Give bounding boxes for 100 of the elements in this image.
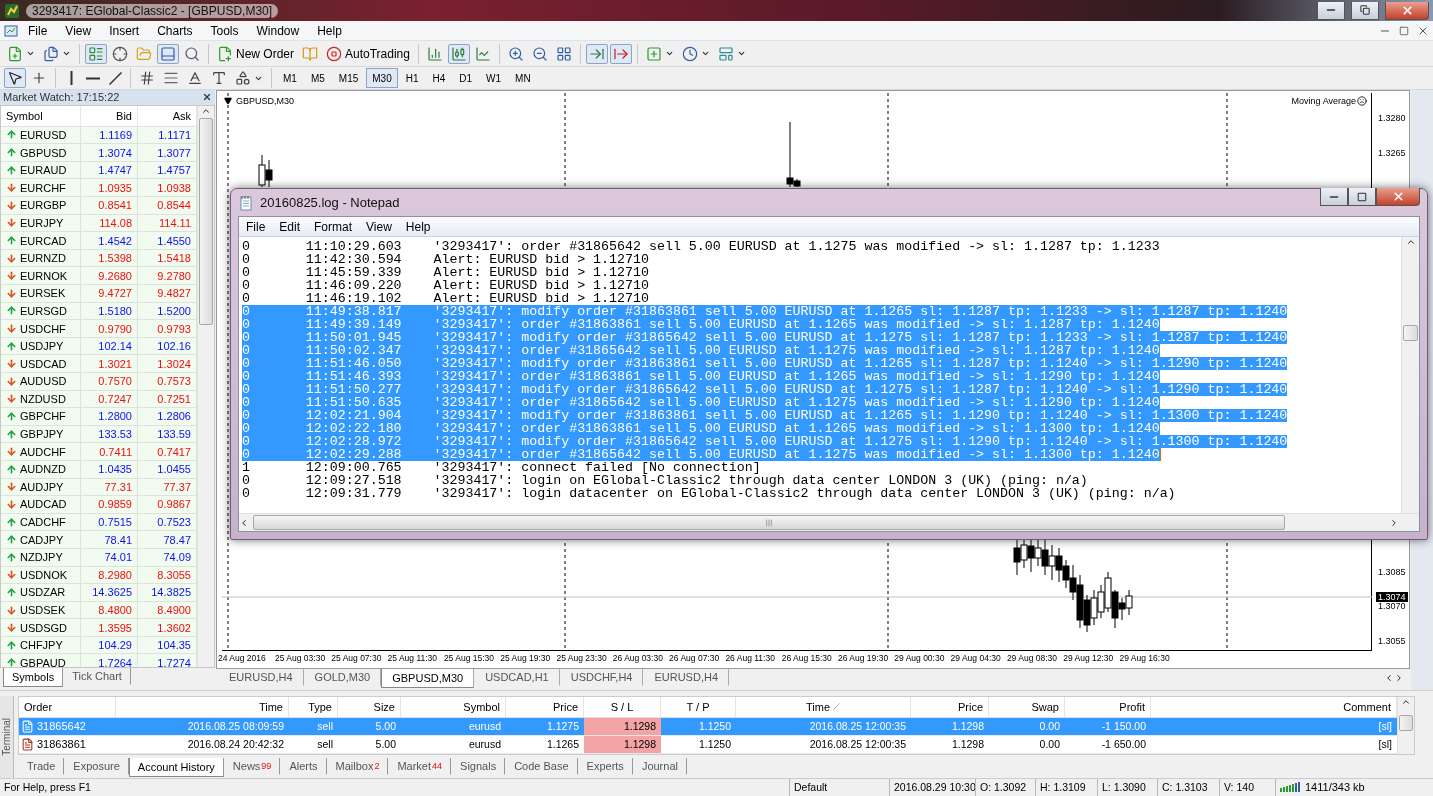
toolbar-button[interactable] — [4, 68, 26, 89]
scrollbar-thumb[interactable] — [1402, 325, 1419, 341]
table-row[interactable]: USDZAR 14.3625 14.3825 — [1, 584, 197, 602]
menu-item[interactable]: Window — [248, 21, 308, 40]
scroll-up-icon[interactable] — [1405, 237, 1416, 247]
menu-item[interactable]: Format — [307, 219, 360, 234]
table-row[interactable]: USDCAD 1.3021 1.3024 — [1, 355, 197, 373]
chart-tab[interactable]: USDCHF,H4 — [559, 668, 644, 686]
column-header[interactable]: Bid — [81, 105, 138, 126]
column-header[interactable]: Comment — [1343, 700, 1391, 713]
tab[interactable]: Tick Chart — [63, 667, 131, 685]
scrollbar-thumb[interactable] — [253, 515, 1285, 530]
table-row[interactable]: GBPUSD 1.3074 1.3077 — [1, 144, 197, 162]
table-cell-text: 1.1250 — [697, 737, 732, 753]
close-button[interactable] — [1385, 1, 1429, 20]
timeframe-button[interactable]: MN — [509, 68, 537, 89]
table-row[interactable]: USDSGD 1.3595 1.3602 — [1, 619, 197, 637]
column-header[interactable]: Time — [805, 700, 830, 713]
menu-item[interactable]: View — [359, 219, 399, 234]
table-row[interactable]: EURCHF 1.0935 1.0938 — [1, 179, 197, 198]
timeframe-button[interactable]: M1 — [277, 68, 303, 89]
tab[interactable]: Experts — [577, 758, 633, 776]
status-text: O: 1.3092 — [975, 778, 1035, 796]
template-icon — [717, 45, 734, 62]
table-row[interactable]: AUDCHF 0.7411 0.7417 — [1, 443, 197, 461]
timeframe-button[interactable]: M30 — [366, 68, 398, 89]
close-button[interactable] — [1376, 188, 1420, 206]
scrollbar[interactable] — [239, 513, 1419, 531]
triangle-icon[interactable] — [224, 96, 232, 105]
table-row[interactable]: EURGBP 0.8541 0.8544 — [1, 197, 197, 215]
menu-item[interactable]: Insert — [101, 21, 148, 40]
list-window-icon — [88, 45, 104, 62]
tab[interactable]: Signals — [451, 758, 506, 776]
symbol-name: EURAUD — [20, 164, 67, 177]
column-header[interactable]: S / L — [610, 700, 634, 713]
timeframe-button[interactable]: H1 — [399, 68, 425, 89]
timeframe-button[interactable]: M15 — [332, 68, 365, 89]
scroll-right-icon[interactable] — [1389, 517, 1399, 528]
symbol-name: CADJPY — [20, 533, 64, 546]
minimize-button[interactable] — [1317, 1, 1345, 20]
tab[interactable]: Exposure — [64, 758, 129, 776]
tab[interactable]: Trade — [18, 758, 65, 776]
table-row[interactable]: GBPAUD 1.7264 1.7274 — [1, 654, 197, 667]
tab[interactable]: Symbols — [3, 667, 64, 687]
scrollbar[interactable] — [1397, 696, 1414, 755]
timeframe-button[interactable]: M5 — [304, 68, 331, 89]
restore-icon[interactable] — [1399, 25, 1409, 36]
chart-tab[interactable]: EURUSD,H4 — [643, 668, 730, 686]
restore-button[interactable] — [1351, 1, 1379, 20]
menu-item[interactable]: Edit — [272, 219, 308, 234]
table-row[interactable]: USDCHF 0.9790 0.9793 — [1, 320, 197, 338]
menu-item[interactable]: File — [20, 21, 56, 40]
close-icon[interactable] — [202, 92, 212, 103]
column-header[interactable]: Time — [258, 700, 283, 713]
table-row[interactable]: GBPCHF 1.2800 1.2806 — [1, 408, 197, 426]
table-cell: 1.3021 — [81, 355, 138, 372]
menu-item[interactable]: Tools — [202, 21, 247, 40]
column-header[interactable]: Profit — [1119, 700, 1145, 713]
table-row[interactable]: CADJPY 78.41 78.47 — [1, 531, 197, 549]
tab[interactable]: Journal — [632, 758, 687, 776]
scrollbar[interactable] — [197, 105, 214, 667]
table-row[interactable]: AUDCAD 0.9859 0.9867 — [1, 496, 197, 514]
scroll-left-icon[interactable] — [239, 517, 249, 528]
column-header[interactable]: Symbol — [463, 700, 500, 713]
column-header[interactable]: Price — [957, 700, 983, 713]
column-header[interactable]: Price — [552, 700, 578, 713]
chart-tab[interactable]: USDCAD,H1 — [474, 668, 560, 686]
menu-item[interactable]: File — [239, 219, 273, 234]
table-row[interactable]: EURNOK 9.2680 9.2780 — [1, 267, 197, 285]
chart-tab[interactable]: EURUSD,H4 — [218, 668, 304, 686]
tab[interactable]: Code Base — [505, 758, 578, 776]
maximize-button[interactable] — [1348, 188, 1376, 206]
new-order-button[interactable]: New Order — [214, 43, 297, 64]
table-row[interactable]: EURCAD 1.4542 1.4550 — [1, 232, 197, 250]
menu-item[interactable]: Help — [398, 219, 438, 234]
scrollbar-thumb[interactable] — [198, 117, 214, 325]
timeframe-button[interactable]: H4 — [426, 68, 452, 89]
column-header[interactable]: Size — [373, 700, 395, 713]
price-label: 1.3070 — [1377, 600, 1407, 611]
table-cell-text: 1.1298 — [950, 737, 985, 753]
column-header[interactable]: Symbol — [1, 105, 81, 126]
sad-face-icon — [1357, 95, 1367, 106]
column-header[interactable]: Type — [308, 700, 332, 713]
menu-item[interactable]: Charts — [149, 21, 201, 40]
table-row[interactable]: EURSEK 9.4727 9.4827 — [1, 285, 197, 303]
column-header[interactable]: T / P — [686, 700, 710, 713]
column-header[interactable]: Order — [24, 700, 53, 713]
menu-item[interactable]: Help — [309, 21, 350, 40]
timeframe-button[interactable]: W1 — [480, 68, 508, 89]
scrollbar-thumb[interactable] — [1398, 714, 1414, 731]
symbol-name: NZDJPY — [20, 551, 63, 564]
minimize-button[interactable] — [1320, 188, 1348, 206]
menu-item[interactable]: View — [57, 21, 100, 40]
table-cell: 9.4727 — [81, 285, 138, 302]
timeframe-button[interactable]: D1 — [453, 68, 479, 89]
tab[interactable]: Alerts — [280, 758, 327, 776]
column-header[interactable]: Swap — [1031, 700, 1059, 713]
tab[interactable]: Account History — [128, 758, 224, 778]
scrollbar[interactable] — [1401, 237, 1419, 513]
autotrading-button[interactable]: AutoTrading — [323, 43, 413, 64]
